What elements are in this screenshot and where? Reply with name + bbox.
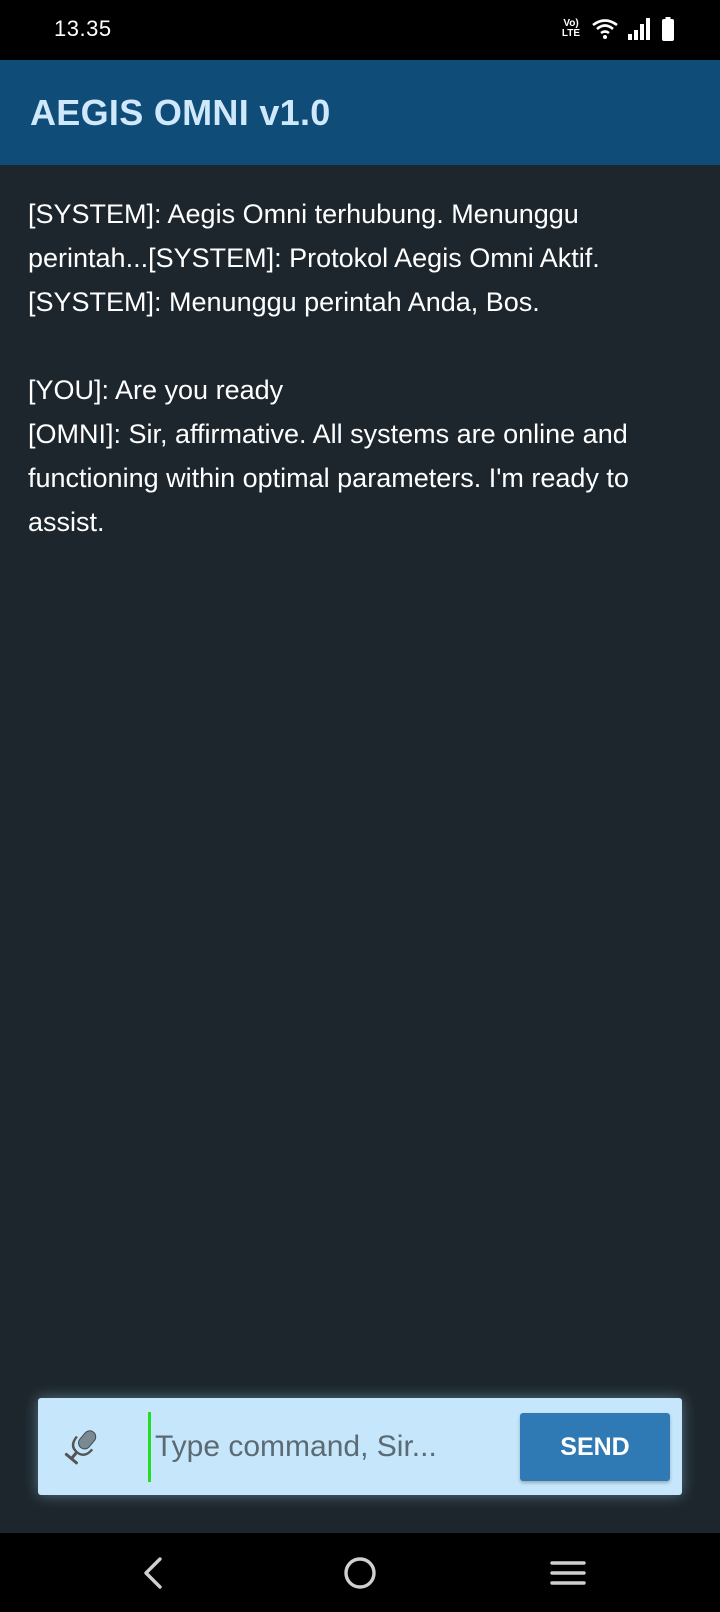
chat-line-omni: [OMNI]: Sir, affirmative. All systems ar…	[28, 419, 629, 537]
home-icon[interactable]	[338, 1551, 382, 1595]
navigation-bar	[0, 1533, 720, 1612]
signal-icon	[628, 18, 650, 40]
recents-menu-icon[interactable]	[546, 1551, 590, 1595]
command-input-bar: SEND	[38, 1398, 682, 1495]
app-title: AEGIS OMNI v1.0	[30, 92, 331, 133]
chat-line-system-1: [SYSTEM]: Aegis Omni terhubung. Menunggu…	[28, 199, 600, 273]
chat-line-you: [YOU]: Are you ready	[28, 375, 284, 405]
status-time: 13.35	[54, 16, 112, 41]
wifi-icon	[592, 19, 618, 39]
microphone-icon[interactable]	[62, 1426, 102, 1466]
chat-line-system-2: [SYSTEM]: Menunggu perintah Anda, Bos.	[28, 287, 540, 317]
status-bar: 13.35 Vo) LTE	[0, 0, 720, 60]
back-icon[interactable]	[132, 1551, 176, 1595]
send-button[interactable]: SEND	[520, 1413, 670, 1481]
command-input[interactable]	[148, 1412, 555, 1482]
battery-icon	[662, 17, 674, 41]
app-bar: AEGIS OMNI v1.0	[0, 60, 720, 165]
volte-icon: Vo) LTE	[561, 18, 581, 39]
status-icons: Vo) LTE	[560, 16, 674, 42]
chat-log: [SYSTEM]: Aegis Omni terhubung. Menunggu…	[28, 192, 692, 544]
chat-blank-line	[28, 324, 692, 368]
